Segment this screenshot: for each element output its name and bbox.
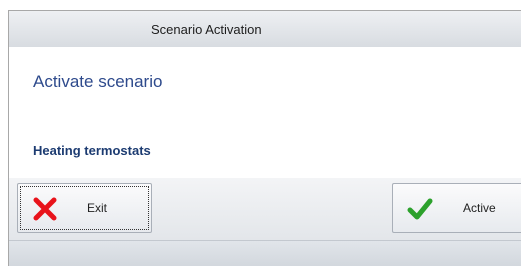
checkmark-icon — [407, 198, 433, 220]
exit-button[interactable]: Exit — [17, 183, 152, 233]
page-heading: Activate scenario — [33, 72, 163, 91]
footer-bar — [9, 241, 521, 266]
scenario-name: Heating termostats — [33, 143, 151, 158]
button-bar: Exit Active — [9, 178, 521, 241]
active-button-label: Active — [463, 201, 496, 215]
exit-button-label: Exit — [87, 201, 108, 215]
close-x-icon — [33, 197, 57, 221]
window-title: Scenario Activation — [151, 22, 262, 37]
scenario-activation-window: Scenario Activation Activate scenario He… — [8, 10, 521, 266]
title-bar: Scenario Activation — [9, 11, 521, 48]
active-button[interactable]: Active — [392, 183, 521, 233]
content-panel: Activate scenario Heating termostats — [9, 47, 521, 179]
